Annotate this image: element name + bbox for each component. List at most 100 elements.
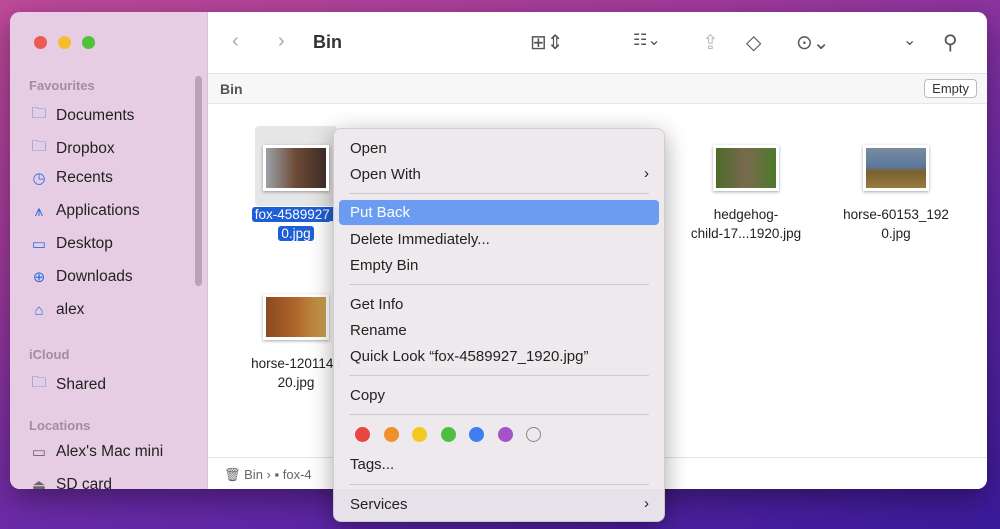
file-name: 0.jpg bbox=[881, 226, 911, 241]
icon-view-icon[interactable]: ⊞⇕ bbox=[530, 30, 564, 55]
sidebar-item-mac-mini[interactable]: ▭ Alex's Mac mini bbox=[30, 443, 163, 461]
label: Put Back bbox=[350, 204, 411, 221]
label: Delete Immediately... bbox=[350, 231, 490, 248]
shared-folder-icon: 🗀 bbox=[31, 374, 47, 391]
tag-icon[interactable]: ◇ bbox=[746, 30, 761, 55]
hedgehog-thumbnail bbox=[713, 145, 779, 191]
menu-item-delete-immediately[interactable]: Delete Immediately... bbox=[339, 227, 659, 252]
sidebar-scrollbar[interactable] bbox=[195, 76, 202, 286]
tag-color-0[interactable] bbox=[355, 427, 370, 442]
group-icon[interactable]: ☷⌄ bbox=[633, 30, 661, 50]
file-name: horse-60153_192 bbox=[843, 207, 949, 222]
fox-thumbnail bbox=[263, 145, 329, 191]
menu-item-open-with[interactable]: Open With › bbox=[339, 162, 659, 187]
location-title: Bin bbox=[220, 81, 243, 97]
horse-thumbnail bbox=[863, 145, 929, 191]
divider bbox=[349, 193, 649, 194]
sidebar-item-dropbox[interactable]: 🗀 Dropbox bbox=[30, 136, 115, 161]
tag-color-5[interactable] bbox=[497, 427, 513, 442]
chevron-right-icon: › bbox=[644, 495, 649, 512]
menu-item-rename[interactable]: Rename bbox=[339, 318, 659, 343]
label: Dropbox bbox=[56, 139, 115, 157]
label: Open With bbox=[350, 166, 421, 183]
horse-thumbnail bbox=[263, 294, 329, 340]
label: Get Info bbox=[350, 296, 404, 313]
label: Desktop bbox=[56, 235, 113, 252]
toolbar: ‹ › Bin ⊞⇕ ☷⌄ ⇪ ◇ ⊙⌄ ⌄ ⚲ bbox=[208, 12, 987, 74]
sidebar-item-documents[interactable]: 🗀 Documents bbox=[30, 103, 134, 128]
share-icon[interactable]: ⇪ bbox=[702, 30, 719, 55]
sidebar-item-recents[interactable]: ◷ Recents bbox=[30, 169, 113, 187]
bin-icon: 🗑 bbox=[224, 467, 241, 482]
minimize-button[interactable] bbox=[58, 36, 71, 49]
file-icon: ▪ bbox=[274, 467, 280, 482]
folder-icon: 🗀 bbox=[31, 138, 47, 155]
label: Rename bbox=[350, 322, 407, 339]
file-item[interactable]: hedgehog-child-17...1920.jpg bbox=[676, 145, 816, 243]
more-icon[interactable]: ⊙⌄ bbox=[796, 30, 830, 55]
label: SD card bbox=[56, 476, 112, 489]
forward-icon[interactable]: › bbox=[278, 30, 285, 53]
sidebar-item-alex[interactable]: ⌂ alex bbox=[30, 301, 84, 319]
label: Empty Bin bbox=[350, 257, 419, 274]
label: Open bbox=[350, 140, 387, 157]
label: Quick Look “fox-4589927_1920.jpg” bbox=[350, 348, 589, 365]
path-item[interactable]: Bin bbox=[244, 467, 263, 482]
section-icloud: iCloud bbox=[29, 347, 70, 362]
sidebar: Favourites 🗀 Documents 🗀 Dropbox ◷ Recents … bbox=[10, 12, 208, 489]
chevron-right-icon: › bbox=[644, 165, 649, 182]
path-item[interactable]: fox-4 bbox=[283, 467, 312, 482]
window-title: Bin bbox=[313, 32, 342, 52]
desktop-icon: ▭ bbox=[31, 236, 47, 253]
tag-color-3[interactable] bbox=[440, 427, 456, 442]
menu-item-get-info[interactable]: Get Info bbox=[339, 292, 659, 317]
label: Services bbox=[350, 496, 408, 513]
close-button[interactable] bbox=[34, 36, 47, 49]
drive-icon: ⏏ bbox=[31, 477, 47, 489]
tag-color-1[interactable] bbox=[383, 427, 399, 442]
label: Applications bbox=[56, 202, 140, 219]
file-item[interactable]: horse-60153_192 0.jpg bbox=[826, 145, 966, 243]
sidebar-item-sd-card[interactable]: ⏏ SD card bbox=[30, 476, 112, 489]
applications-icon: ⩚ bbox=[34, 202, 44, 220]
file-name: 20.jpg bbox=[277, 375, 315, 390]
tag-color-4[interactable] bbox=[469, 427, 484, 442]
menu-item-put-back[interactable]: Put Back bbox=[339, 200, 659, 225]
label: Tags... bbox=[350, 456, 395, 473]
label: Recents bbox=[56, 169, 113, 186]
home-icon: ⌂ bbox=[34, 301, 44, 319]
folder-icon: 🗀 bbox=[31, 105, 47, 122]
file-name: child-17...1920.jpg bbox=[690, 226, 802, 241]
menu-item-open[interactable]: Open bbox=[339, 136, 659, 161]
sidebar-item-downloads[interactable]: ⊕ Downloads bbox=[30, 268, 133, 286]
section-locations: Locations bbox=[29, 418, 91, 433]
menu-item-quick-look[interactable]: Quick Look “fox-4589927_1920.jpg” bbox=[339, 344, 659, 369]
file-name: fox-4589927_ bbox=[251, 207, 341, 222]
path-header: Bin Empty bbox=[208, 74, 987, 104]
divider bbox=[349, 414, 649, 415]
tag-color-2[interactable] bbox=[412, 427, 427, 442]
file-name: horse-1201143 bbox=[251, 356, 341, 371]
menu-item-empty-bin[interactable]: Empty Bin bbox=[339, 253, 659, 278]
menu-item-services[interactable]: Services › bbox=[339, 492, 659, 517]
divider bbox=[349, 284, 649, 285]
label: Downloads bbox=[56, 268, 133, 285]
menu-item-copy[interactable]: Copy bbox=[339, 383, 659, 408]
sidebar-item-applications[interactable]: ⩚ Applications bbox=[30, 202, 140, 220]
menu-item-tags[interactable]: Tags... bbox=[339, 452, 659, 477]
search-icon[interactable]: ⚲ bbox=[943, 30, 958, 55]
back-icon[interactable]: ‹ bbox=[232, 30, 239, 53]
sidebar-item-shared[interactable]: 🗀 Shared bbox=[30, 372, 106, 397]
label: Shared bbox=[56, 375, 106, 393]
label: Copy bbox=[350, 387, 386, 404]
zoom-button[interactable] bbox=[82, 36, 95, 49]
tag-color-6[interactable] bbox=[526, 427, 541, 442]
mac-mini-icon: ▭ bbox=[31, 444, 47, 461]
clock-icon: ◷ bbox=[32, 170, 46, 187]
divider bbox=[349, 375, 649, 376]
empty-button[interactable]: Empty bbox=[924, 79, 977, 98]
label: Documents bbox=[56, 106, 135, 124]
sidebar-item-desktop[interactable]: ▭ Desktop bbox=[30, 235, 113, 253]
section-favourites: Favourites bbox=[29, 78, 95, 93]
chevron-down-icon[interactable]: ⌄ bbox=[903, 30, 916, 50]
